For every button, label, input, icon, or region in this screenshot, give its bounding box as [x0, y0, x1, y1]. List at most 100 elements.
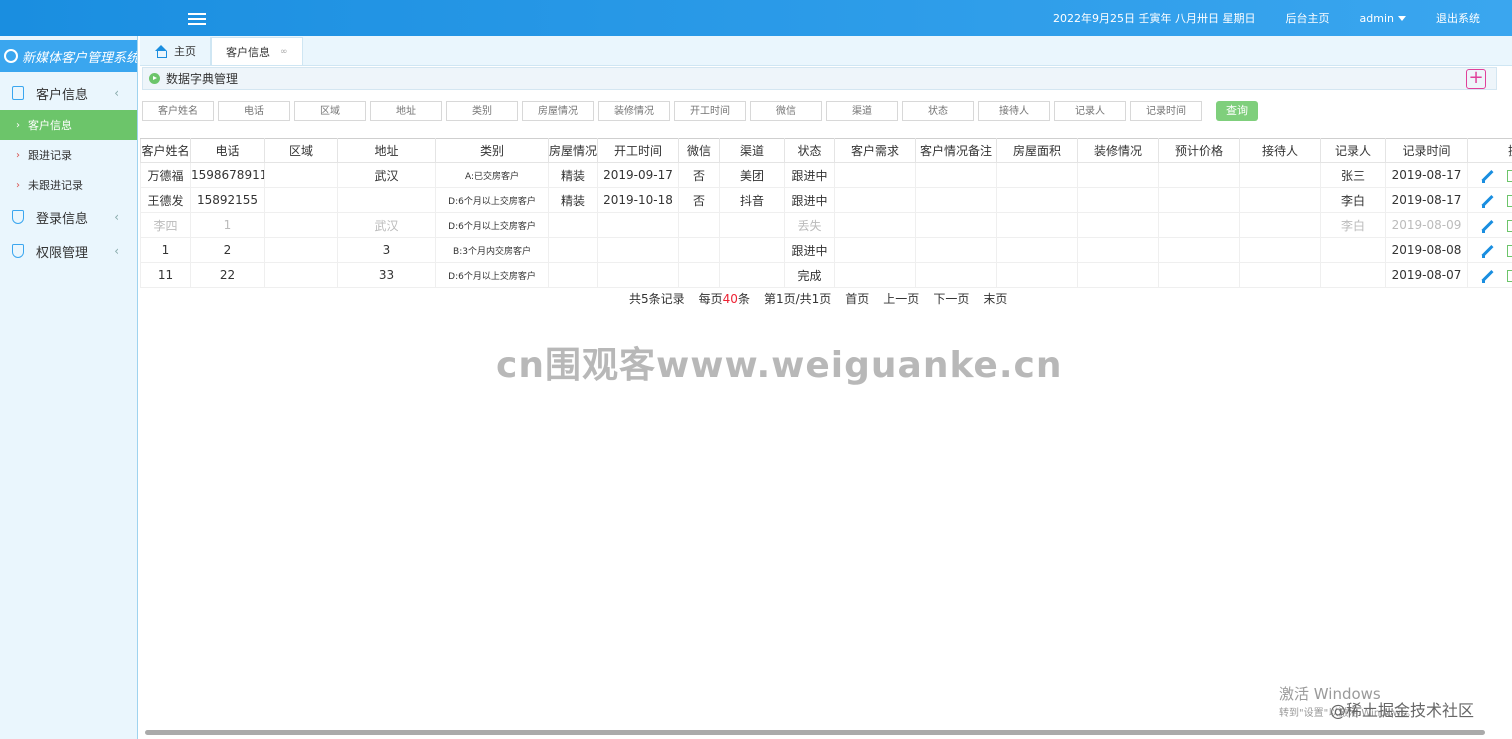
menu-toggle-icon[interactable]	[188, 10, 206, 26]
customer-table: 客户姓名 电话 区域 地址 类别 房屋情况 开工时间 微信 渠道 状态 客户需求…	[140, 138, 1512, 288]
chevron-right-icon: ›	[16, 179, 20, 191]
search-input-receptionist[interactable]	[978, 101, 1050, 121]
search-input-customer-name[interactable]	[142, 101, 214, 121]
edit-icon[interactable]	[1481, 220, 1493, 233]
column-header[interactable]: 房屋情况	[548, 138, 598, 163]
column-header[interactable]: 预计价格	[1158, 138, 1240, 163]
tab-customer-info[interactable]: 客户信息 ∞	[211, 37, 303, 65]
cell-house-status: 精装	[548, 162, 598, 188]
column-header[interactable]: 电话	[190, 138, 265, 163]
cell-channel	[719, 237, 785, 263]
cell-channel: 抖音	[719, 187, 785, 213]
column-header[interactable]: 区域	[264, 138, 338, 163]
column-header[interactable]: 渠道	[719, 138, 785, 163]
cell-channel	[719, 212, 785, 238]
cell-decoration	[1077, 187, 1159, 213]
table-row[interactable]: 万德福 1598678911 武汉 A:已交房客户 精装 2019-09-17 …	[140, 162, 1512, 188]
cell-receptionist	[1239, 162, 1321, 188]
pager-page-info: 第1页/共1页	[763, 292, 832, 306]
edit-icon[interactable]	[1481, 170, 1493, 183]
search-input-channel[interactable]	[826, 101, 898, 121]
sidebar-item-customer-info[interactable]: › 客户信息	[0, 110, 137, 140]
search-input-decoration[interactable]	[598, 101, 670, 121]
sidebar-group-label: 客户信息	[36, 87, 89, 103]
document-icon[interactable]	[1507, 169, 1512, 182]
search-input-house-status[interactable]	[522, 101, 594, 121]
chevron-right-icon: ›	[16, 119, 20, 131]
sidebar-item-unfollowed-records[interactable]: › 未跟进记录	[0, 170, 137, 200]
table-row[interactable]: 李四 1 武汉 D:6个月以上交房客户 丢失 李白 2019-08-09	[140, 212, 1512, 238]
table-row[interactable]: 1 2 3 B:3个月内交房客户 跟进中 2019-08-08	[140, 237, 1512, 263]
tab-label: 客户信息	[226, 45, 270, 59]
table-row[interactable]: 11 22 33 D:6个月以上交房客户 完成 2019-08-07	[140, 262, 1512, 288]
column-header[interactable]: 记录人	[1320, 138, 1386, 163]
cell-wechat	[678, 212, 720, 238]
search-input-start-time[interactable]	[674, 101, 746, 121]
cell-wechat: 否	[678, 162, 720, 188]
pager-last[interactable]: 末页	[983, 290, 1007, 307]
username: admin	[1359, 11, 1394, 25]
edit-icon[interactable]	[1481, 245, 1493, 258]
column-header[interactable]: 接待人	[1239, 138, 1321, 163]
column-header[interactable]: 客户姓名	[140, 138, 191, 163]
sidebar-item-follow-records[interactable]: › 跟进记录	[0, 140, 137, 170]
search-input-phone[interactable]	[218, 101, 290, 121]
search-input-category[interactable]	[446, 101, 518, 121]
cell-needs	[834, 262, 916, 288]
cell-status: 跟进中	[784, 187, 835, 213]
edit-icon[interactable]	[1481, 195, 1493, 208]
document-icon[interactable]	[1507, 194, 1512, 207]
table-row[interactable]: 王德发 15892155 D:6个月以上交房客户 精装 2019-10-18 否…	[140, 187, 1512, 213]
logout-link[interactable]: 退出系统	[1436, 10, 1480, 26]
cell-price	[1158, 162, 1240, 188]
column-header[interactable]: 开工时间	[597, 138, 679, 163]
search-button[interactable]: 查询	[1216, 101, 1258, 121]
column-header[interactable]: 记录时间	[1385, 138, 1468, 163]
cell-name: 李四	[140, 212, 191, 238]
cell-decoration	[1077, 162, 1159, 188]
column-header[interactable]: 客户需求	[834, 138, 916, 163]
add-button[interactable]: +	[1466, 69, 1486, 89]
close-icon[interactable]: ∞	[280, 47, 288, 57]
cell-receptionist	[1239, 187, 1321, 213]
tab-home[interactable]: 主页	[140, 37, 211, 65]
edit-icon[interactable]	[1481, 270, 1493, 283]
pager-per-page-suffix: 条	[737, 292, 750, 306]
column-header[interactable]: 状态	[784, 138, 835, 163]
cell-house-status	[548, 262, 598, 288]
cell-address: 33	[337, 262, 436, 288]
column-header[interactable]: 房屋面积	[996, 138, 1078, 163]
search-input-status[interactable]	[902, 101, 974, 121]
search-input-record-time[interactable]	[1130, 101, 1202, 121]
pager-next[interactable]: 下一页	[933, 290, 969, 307]
column-header[interactable]: 微信	[678, 138, 720, 163]
search-input-address[interactable]	[370, 101, 442, 121]
cell-area	[264, 212, 338, 238]
cell-actions	[1467, 187, 1512, 213]
sidebar-group-permissions[interactable]: 权限管理 ‹	[0, 234, 137, 268]
horizontal-scrollbar[interactable]	[145, 730, 1485, 735]
search-input-recorder[interactable]	[1054, 101, 1126, 121]
column-header[interactable]: 类别	[435, 138, 549, 163]
user-menu[interactable]: admin	[1360, 12, 1406, 25]
sidebar-group-customer-info[interactable]: 客户信息 ‹	[0, 76, 137, 110]
shield-icon	[12, 210, 24, 224]
document-icon[interactable]	[1507, 244, 1512, 257]
column-header[interactable]: 操	[1467, 138, 1512, 163]
cell-house-status	[548, 237, 598, 263]
column-header[interactable]: 客户情况备注	[915, 138, 997, 163]
column-header[interactable]: 装修情况	[1077, 138, 1159, 163]
search-input-area[interactable]	[294, 101, 366, 121]
sidebar-group-login-info[interactable]: 登录信息 ‹	[0, 200, 137, 234]
cell-needs	[834, 237, 916, 263]
caret-down-icon	[1398, 15, 1406, 21]
document-icon[interactable]	[1507, 219, 1512, 232]
cell-name: 11	[140, 262, 191, 288]
pager-first[interactable]: 首页	[845, 290, 869, 307]
pager-prev[interactable]: 上一页	[883, 290, 919, 307]
document-icon[interactable]	[1507, 269, 1512, 282]
pager-per-page: 每页40条	[699, 290, 750, 307]
admin-home-link[interactable]: 后台主页	[1286, 10, 1330, 26]
column-header[interactable]: 地址	[337, 138, 436, 163]
search-input-wechat[interactable]	[750, 101, 822, 121]
